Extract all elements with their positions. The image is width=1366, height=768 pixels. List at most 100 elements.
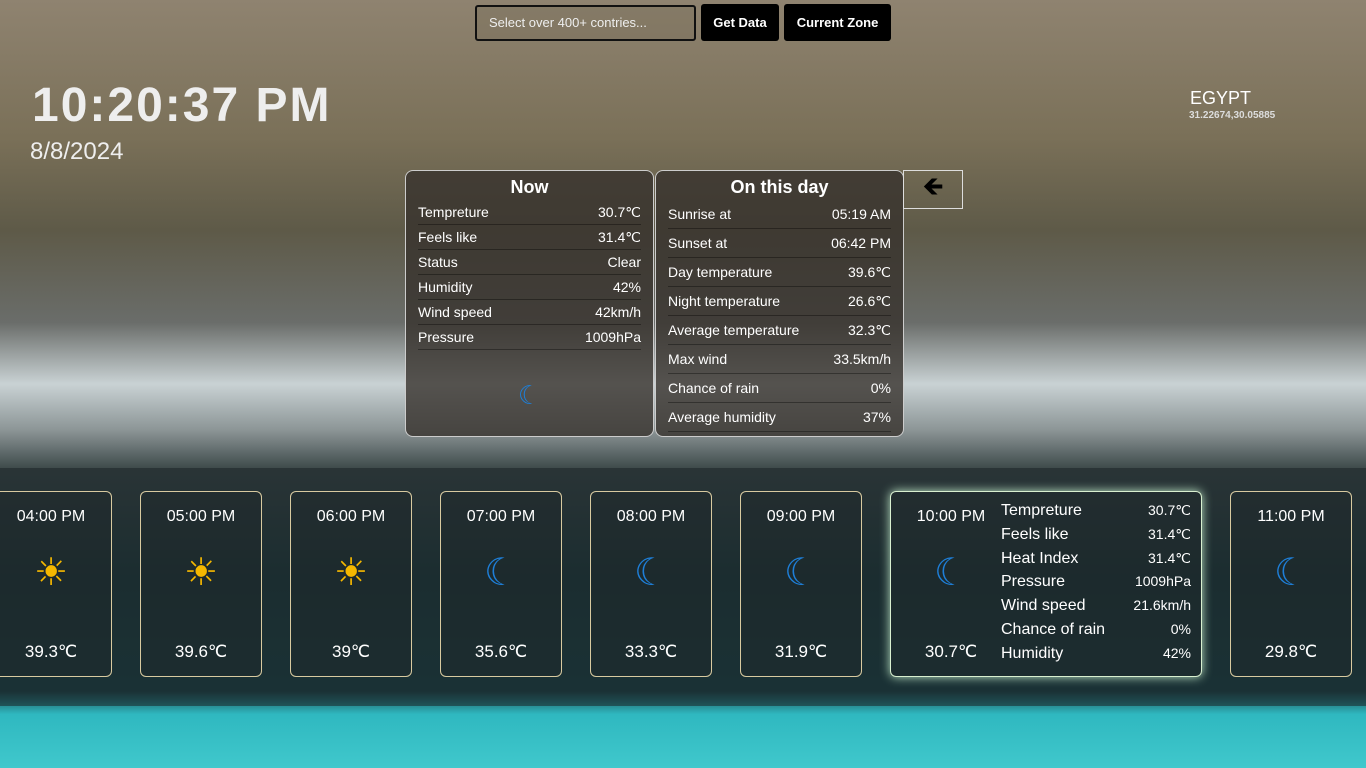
hour-time: 05:00 PM	[166, 508, 236, 525]
moon-icon: ☾	[933, 552, 969, 594]
moon-icon: ☾	[633, 552, 669, 594]
info-row: Sunrise at 05:19 AM	[668, 200, 891, 229]
info-label: Tempreture	[418, 204, 489, 220]
info-row: Sunset at 06:42 PM	[668, 229, 891, 258]
info-row: Humidity 42%	[418, 275, 641, 300]
hour-time: 06:00 PM	[316, 508, 386, 525]
detail-value: 30.7℃	[1148, 502, 1191, 518]
info-label: Wind speed	[418, 304, 492, 320]
hour-card[interactable]: 04:00 PM ☀ 39.3℃	[0, 491, 112, 677]
info-row: Chance of rain 0%	[668, 374, 891, 403]
detail-label: Wind speed	[1001, 597, 1086, 615]
moon-icon: ☾	[1273, 552, 1309, 594]
clock-time: 10:20:37 PM	[32, 79, 332, 132]
moon-icon: ☾	[783, 552, 819, 594]
hour-card[interactable]: 10:00 PM ☾ 30.7℃ Tempreture 30.7℃ Feels lik…	[890, 491, 1202, 677]
hour-temp: 35.6℃	[474, 642, 528, 661]
info-value: 39.6℃	[848, 263, 891, 280]
arrow-left-icon: 🡸	[922, 170, 944, 201]
info-value: 42km/h	[595, 304, 641, 320]
detail-label: Chance of rain	[1001, 620, 1106, 638]
now-panel: Now Tempreture 30.7℃ Feels like 31.4℃ Status…	[405, 170, 654, 437]
hour-card[interactable]: 07:00 PM ☾ 35.6℃	[440, 491, 562, 677]
info-label: Pressure	[418, 329, 475, 345]
info-row: Night temperature 26.6℃	[668, 287, 891, 316]
info-value: 42%	[612, 279, 641, 295]
detail-row: Wind speed 21.6km/h	[1001, 597, 1191, 621]
hour-time: 07:00 PM	[466, 508, 536, 525]
info-row: Day temperature 39.6℃	[668, 258, 891, 287]
info-value: 37%	[862, 409, 891, 425]
hour-temp: 33.3℃	[624, 642, 678, 661]
hour-card[interactable]: 11:00 PM ☾ 29.8℃	[1230, 491, 1352, 677]
hour-temp: 39℃	[331, 642, 370, 661]
info-row: Tempreture 30.7℃	[418, 200, 641, 225]
info-label: Max wind	[668, 351, 728, 367]
back-arrow-button[interactable]: 🡸	[903, 170, 963, 209]
moon-icon: ☾	[483, 552, 519, 594]
hour-time: 08:00 PM	[616, 508, 686, 525]
info-label: Average temperature	[668, 322, 800, 338]
info-label: Feels like	[418, 229, 478, 245]
detail-value: 21.6km/h	[1133, 597, 1191, 614]
info-value: 26.6℃	[848, 292, 891, 309]
detail-label: Pressure	[1001, 573, 1066, 591]
hour-time: 09:00 PM	[766, 508, 836, 525]
hour-temp: 39.3℃	[24, 642, 78, 661]
country-name: EGYPT	[1190, 88, 1252, 108]
coordinates: 31.22674,30.05885	[1189, 110, 1276, 121]
info-row: Feels like 31.4℃	[418, 225, 641, 250]
detail-value: 31.4℃	[1148, 525, 1191, 542]
detail-label: Tempreture	[1001, 502, 1082, 519]
hour-card[interactable]: 06:00 PM ☀ 39℃	[290, 491, 412, 677]
clock-date: 8/8/2024	[30, 138, 124, 165]
sun-icon: ☀	[183, 552, 219, 594]
hour-card[interactable]: 08:00 PM ☾ 33.3℃	[590, 491, 712, 677]
info-row: Max wind 33.5km/h	[668, 345, 891, 374]
moon-icon: ☾	[517, 380, 542, 410]
hour-time: 04:00 PM	[16, 508, 86, 525]
info-label: Sunrise at	[668, 206, 732, 222]
detail-label: Heat Index	[1001, 549, 1079, 567]
country-search-input[interactable]: Select over 400+ contries...	[475, 5, 696, 41]
on-this-day-panel: On this day Sunrise at 05:19 AM Sunset at 0…	[655, 170, 904, 437]
info-label: Average humidity	[668, 409, 776, 425]
detail-value: 42%	[1162, 644, 1191, 661]
detail-row: Tempreture 30.7℃	[1001, 502, 1191, 526]
hour-card[interactable]: 09:00 PM ☾ 31.9℃	[740, 491, 862, 677]
sun-icon: ☀	[333, 552, 369, 594]
info-label: Sunset at	[668, 235, 728, 251]
get-data-button[interactable]: Get Data	[701, 4, 779, 41]
hour-card[interactable]: 05:00 PM ☀ 39.6℃	[140, 491, 262, 677]
info-value: Clear	[607, 254, 641, 270]
info-row: Status Clear	[418, 250, 641, 275]
detail-row: Heat Index 31.4℃	[1001, 550, 1191, 574]
current-zone-button[interactable]: Current Zone	[784, 4, 891, 41]
hour-time: 10:00 PM	[916, 508, 986, 525]
hour-temp: 31.9℃	[774, 642, 828, 661]
info-label: Humidity	[418, 279, 473, 295]
detail-value: 1009hPa	[1134, 573, 1191, 590]
info-label: Status	[418, 254, 458, 270]
hour-time: 11:00 PM	[1257, 508, 1325, 525]
info-label: Night temperature	[668, 293, 781, 309]
info-value: 30.7℃	[598, 203, 641, 220]
info-row: Average humidity 37%	[668, 403, 891, 432]
info-value: 33.5km/h	[833, 351, 891, 367]
detail-label: Feels like	[1001, 525, 1069, 543]
info-value: 31.4℃	[598, 228, 641, 245]
detail-row: Humidity 42%	[1001, 645, 1191, 669]
hour-temp: 39.6℃	[174, 642, 228, 661]
info-value: 32.3℃	[848, 321, 891, 338]
detail-value: 31.4℃	[1148, 549, 1191, 566]
info-row: Pressure 1009hPa	[418, 325, 641, 350]
hour-temp: 30.7℃	[924, 642, 978, 661]
detail-label: Humidity	[1001, 644, 1064, 662]
day-title: On this day	[730, 177, 829, 197]
detail-row: Pressure 1009hPa	[1001, 573, 1191, 597]
detail-row: Chance of rain 0%	[1001, 621, 1191, 645]
info-row: Average temperature 32.3℃	[668, 316, 891, 345]
info-value: 05:19 AM	[831, 206, 891, 222]
hour-temp: 29.8℃	[1264, 642, 1318, 661]
detail-row: Feels like 31.4℃	[1001, 526, 1191, 550]
